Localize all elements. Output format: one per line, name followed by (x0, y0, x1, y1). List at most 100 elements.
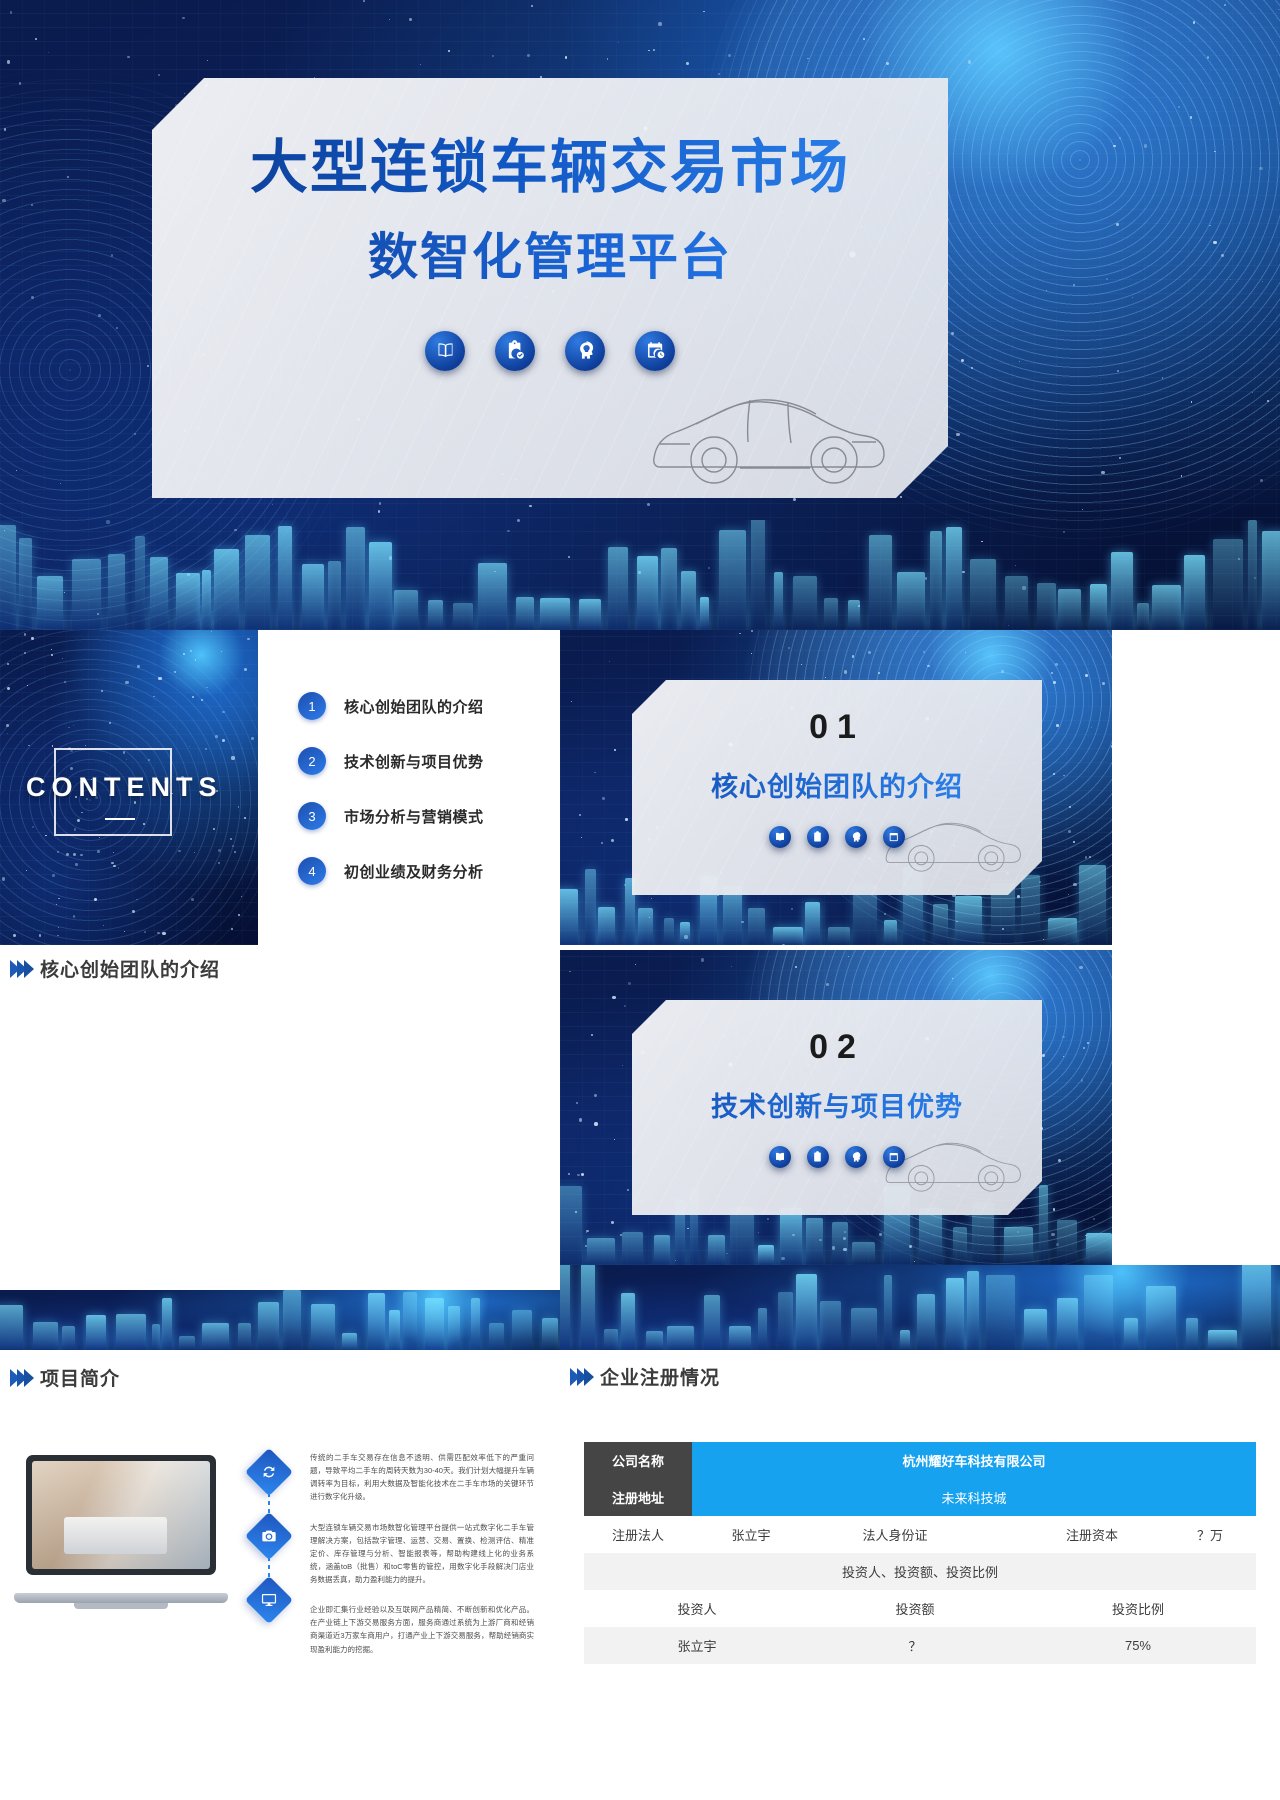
city-skyline (0, 520, 1280, 630)
paragraph: 大型连锁车辆交易市场数智化管理平台提供一站式数字化二手车管理解决方案，包括款字管… (310, 1522, 534, 1585)
section-icon-row (632, 826, 1042, 848)
registration-table: 公司名称 杭州耀好车科技有限公司 注册地址 未来科技城 注册法人 张立宇 法人身… (584, 1442, 1256, 1664)
monitor-icon[interactable] (244, 1575, 294, 1625)
project-intro-body: 传统的二手车交易存在信息不透明、供需匹配效率低下的严重问题，导致平均二手车的周转… (0, 1391, 560, 1673)
table-row: 投资人、投资额、投资比例 (584, 1553, 1256, 1590)
table-row: 注册地址 未来科技城 (584, 1479, 1256, 1516)
team-intro-slide: 核心创始团队的介绍 (0, 945, 552, 1290)
section-divider-01: 01 核心创始团队的介绍 (560, 630, 1112, 945)
calendar-clock-icon[interactable] (635, 330, 675, 371)
section-title: 技术创新与项目优势 (632, 1085, 1042, 1124)
laptop-base (14, 1593, 228, 1603)
refresh-icon[interactable] (244, 1447, 294, 1497)
header-label: 核心创始团队的介绍 (40, 960, 221, 981)
table-cell-value: 未来科技城 (692, 1479, 1256, 1516)
toc-number: 3 (298, 802, 326, 830)
table-cell (979, 1516, 1020, 1553)
paragraph: 企业即汇集行业经验以及互联网产品精简、不断创新和优化产品。在产业链上下游交易服务… (310, 1605, 534, 1654)
header-label: 企业注册情况 (600, 1368, 721, 1389)
toc-number: 1 (298, 692, 326, 720)
car-outline-illustration (640, 372, 890, 492)
table-row: 张立宇 ？ 75% (584, 1627, 1256, 1664)
section-header-team: 核心创始团队的介绍 (0, 945, 552, 982)
section-card: 02 技术创新与项目优势 (632, 1000, 1042, 1215)
contents-slide: CONTENTS 1 核心创始团队的介绍 2 技术创新与项目优势 3 市场分析与… (0, 630, 552, 945)
toc-label: 技术创新与项目优势 (344, 753, 484, 771)
section-card: 01 核心创始团队的介绍 (632, 680, 1042, 895)
contents-list-panel: 1 核心创始团队的介绍 2 技术创新与项目优势 3 市场分析与营销模式 4 初创… (258, 630, 552, 945)
table-cell: 张立宇 (692, 1516, 810, 1553)
page-subtitle: 数智化管理平台 (152, 217, 948, 289)
chevron-triple-icon (10, 959, 34, 978)
table-row: 投资人 投资额 投资比例 (584, 1590, 1256, 1627)
table-of-contents: 1 核心创始团队的介绍 2 技术创新与项目优势 3 市场分析与营销模式 4 初创… (258, 630, 552, 885)
laptop-screen-image (32, 1461, 210, 1569)
table-cell-value: 杭州耀好车科技有限公司 (692, 1442, 1256, 1479)
laptop-screen (26, 1455, 216, 1575)
table-column-header: 投资额 (810, 1590, 1020, 1627)
table-cell: 注册资本 (1019, 1516, 1164, 1553)
clipboard-check-icon[interactable] (807, 826, 829, 848)
calendar-clock-icon[interactable] (883, 1146, 905, 1168)
book-icon[interactable] (769, 826, 791, 848)
list-item[interactable]: 2 技术创新与项目优势 (298, 747, 552, 775)
table-row: 注册法人 张立宇 法人身份证 注册资本 ？万 (584, 1516, 1256, 1553)
toc-number: 4 (298, 857, 326, 885)
table-cell: 法人身份证 (810, 1516, 980, 1553)
table-cell-key: 注册地址 (584, 1479, 692, 1516)
toc-label: 初创业绩及财务分析 (344, 863, 484, 881)
project-intro-slide: 项目简介 传统的二手车交易存在信息不透明、供需匹配效率低下的严重问题，导致平均二… (0, 1290, 560, 1800)
section-number: 01 (809, 708, 865, 746)
section-number: 02 (809, 1028, 865, 1066)
table-cell-key: 公司名称 (584, 1442, 692, 1479)
toc-label: 核心创始团队的介绍 (344, 698, 484, 716)
header-label: 项目简介 (40, 1369, 121, 1390)
table-cell: 张立宇 (584, 1627, 810, 1664)
clipboard-check-icon[interactable] (495, 330, 535, 371)
table-cell: ？万 (1163, 1516, 1256, 1553)
city-skyline (560, 1265, 1280, 1350)
skyline-strip (560, 1265, 1280, 1350)
cover-icon-row (152, 330, 948, 371)
table-cell: ？ (810, 1627, 1020, 1664)
table-cell: 75% (1019, 1627, 1256, 1664)
camera-icon[interactable] (244, 1511, 294, 1561)
contents-label: CONTENTS (26, 772, 223, 802)
strip-background (0, 1290, 560, 1350)
cover-slide: 大型连锁车辆交易市场 数智化管理平台 (0, 0, 1280, 630)
section-icon-row (632, 1146, 1042, 1168)
laptop-foot (74, 1603, 168, 1609)
head-bulb-icon[interactable] (845, 826, 867, 848)
toc-label: 市场分析与营销模式 (344, 808, 484, 826)
skyline-strip (0, 1290, 560, 1350)
paragraph: 传统的二手车交易存在信息不透明、供需匹配效率低下的严重问题，导致平均二手车的周转… (310, 1453, 534, 1502)
section-title: 核心创始团队的介绍 (632, 765, 1042, 804)
contents-left-panel: CONTENTS (0, 630, 258, 945)
head-bulb-icon[interactable] (565, 330, 605, 371)
icon-chain (238, 1447, 300, 1673)
table-column-header: 投资比例 (1019, 1590, 1256, 1627)
table-row: 公司名称 杭州耀好车科技有限公司 (584, 1442, 1256, 1479)
head-bulb-icon[interactable] (845, 1146, 867, 1168)
strip-background (560, 1265, 1280, 1350)
city-skyline (0, 1290, 560, 1350)
list-item[interactable]: 1 核心创始团队的介绍 (298, 692, 552, 720)
table-cell: 注册法人 (584, 1516, 692, 1553)
list-item[interactable]: 4 初创业绩及财务分析 (298, 857, 552, 885)
toc-number: 2 (298, 747, 326, 775)
section-divider-02: 02 技术创新与项目优势 (560, 950, 1112, 1265)
cover-card: 大型连锁车辆交易市场 数智化管理平台 (152, 78, 948, 498)
page-title: 大型连锁车辆交易市场 (152, 135, 948, 201)
book-icon[interactable] (769, 1146, 791, 1168)
list-item[interactable]: 3 市场分析与营销模式 (298, 802, 552, 830)
table-column-header: 投资人 (584, 1590, 810, 1627)
contents-divider (105, 818, 135, 820)
chevron-triple-icon (10, 1368, 34, 1387)
project-paragraphs: 传统的二手车交易存在信息不透明、供需匹配效率低下的严重问题，导致平均二手车的周转… (310, 1449, 534, 1673)
table-cell-span: 投资人、投资额、投资比例 (584, 1553, 1256, 1590)
registration-slide: 企业注册情况 公司名称 杭州耀好车科技有限公司 注册地址 未来科技城 注册法人 … (560, 1265, 1280, 1800)
calendar-clock-icon[interactable] (883, 826, 905, 848)
clipboard-check-icon[interactable] (807, 1146, 829, 1168)
presentation-page: 大型连锁车辆交易市场 数智化管理平台 CONTENTS 1 核心创始团队的介绍 … (0, 0, 1280, 1800)
book-icon[interactable] (425, 330, 465, 371)
